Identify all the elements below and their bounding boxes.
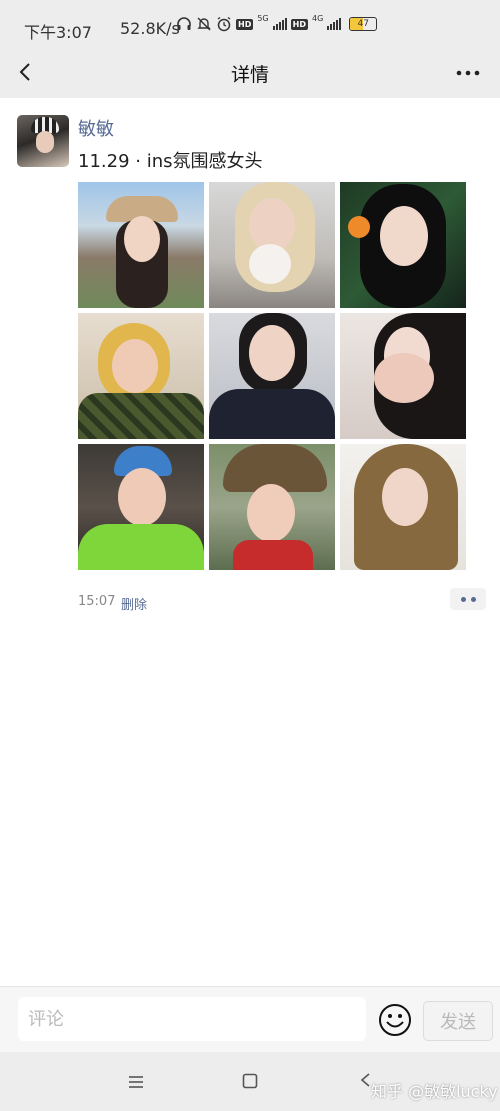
menu-icon[interactable] xyxy=(128,1074,144,1093)
hd-icon: HD xyxy=(236,18,254,30)
hd-icon-2: HD xyxy=(290,18,308,30)
network-4g-label: 4G xyxy=(311,13,324,23)
user-name[interactable]: 敏敏 xyxy=(78,115,114,141)
page-title: 详情 xyxy=(230,64,269,86)
battery-icon: 47 xyxy=(349,17,378,31)
comment-bar: 发送 xyxy=(0,986,500,1053)
network-speed: 52.8K/s xyxy=(120,19,180,38)
photo-5[interactable] xyxy=(209,313,335,439)
post-text: 11.29 · ins氛围感女头 xyxy=(78,151,263,172)
more-dots-icon[interactable] xyxy=(454,61,482,85)
alarm-icon xyxy=(216,16,232,32)
photo-1[interactable] xyxy=(78,182,204,308)
status-icons: HD 5G HD 4G 47 xyxy=(176,13,378,32)
mute-icon xyxy=(196,16,212,32)
status-time: 下午3:07 xyxy=(24,23,92,42)
photo-2[interactable] xyxy=(209,182,335,308)
home-square-icon[interactable] xyxy=(242,1073,258,1093)
signal-icon xyxy=(272,18,287,30)
send-button[interactable]: 发送 xyxy=(423,1001,493,1041)
comment-like-menu-button[interactable] xyxy=(450,588,486,610)
watermark: 知乎 @敏敏lucky xyxy=(371,1082,498,1101)
photo-grid xyxy=(78,182,466,570)
post-time: 15:07 xyxy=(78,594,116,609)
avatar-face xyxy=(36,131,54,153)
dot-icon xyxy=(470,596,476,602)
dot-icon xyxy=(460,596,466,602)
comment-input[interactable] xyxy=(18,997,366,1041)
back-triangle-icon[interactable] xyxy=(359,1072,371,1092)
photo-3[interactable] xyxy=(340,182,466,308)
headphones-icon xyxy=(176,16,192,32)
photo-9[interactable] xyxy=(340,444,466,570)
emoji-icon[interactable] xyxy=(378,1003,412,1037)
photo-4[interactable] xyxy=(78,313,204,439)
battery-level: 47 xyxy=(357,19,369,29)
avatar[interactable] xyxy=(17,115,69,167)
network-5g-label: 5G xyxy=(257,13,269,23)
nav-bar: 详情 xyxy=(0,48,500,98)
photo-8[interactable] xyxy=(209,444,335,570)
photo-7[interactable] xyxy=(78,444,204,570)
photo-6[interactable] xyxy=(340,313,466,439)
signal-icon-2 xyxy=(327,18,342,30)
delete-link[interactable]: 删除 xyxy=(121,594,147,613)
status-bar: 下午3:07 52.8K/s HD 5G HD 4G 47 xyxy=(0,0,500,48)
